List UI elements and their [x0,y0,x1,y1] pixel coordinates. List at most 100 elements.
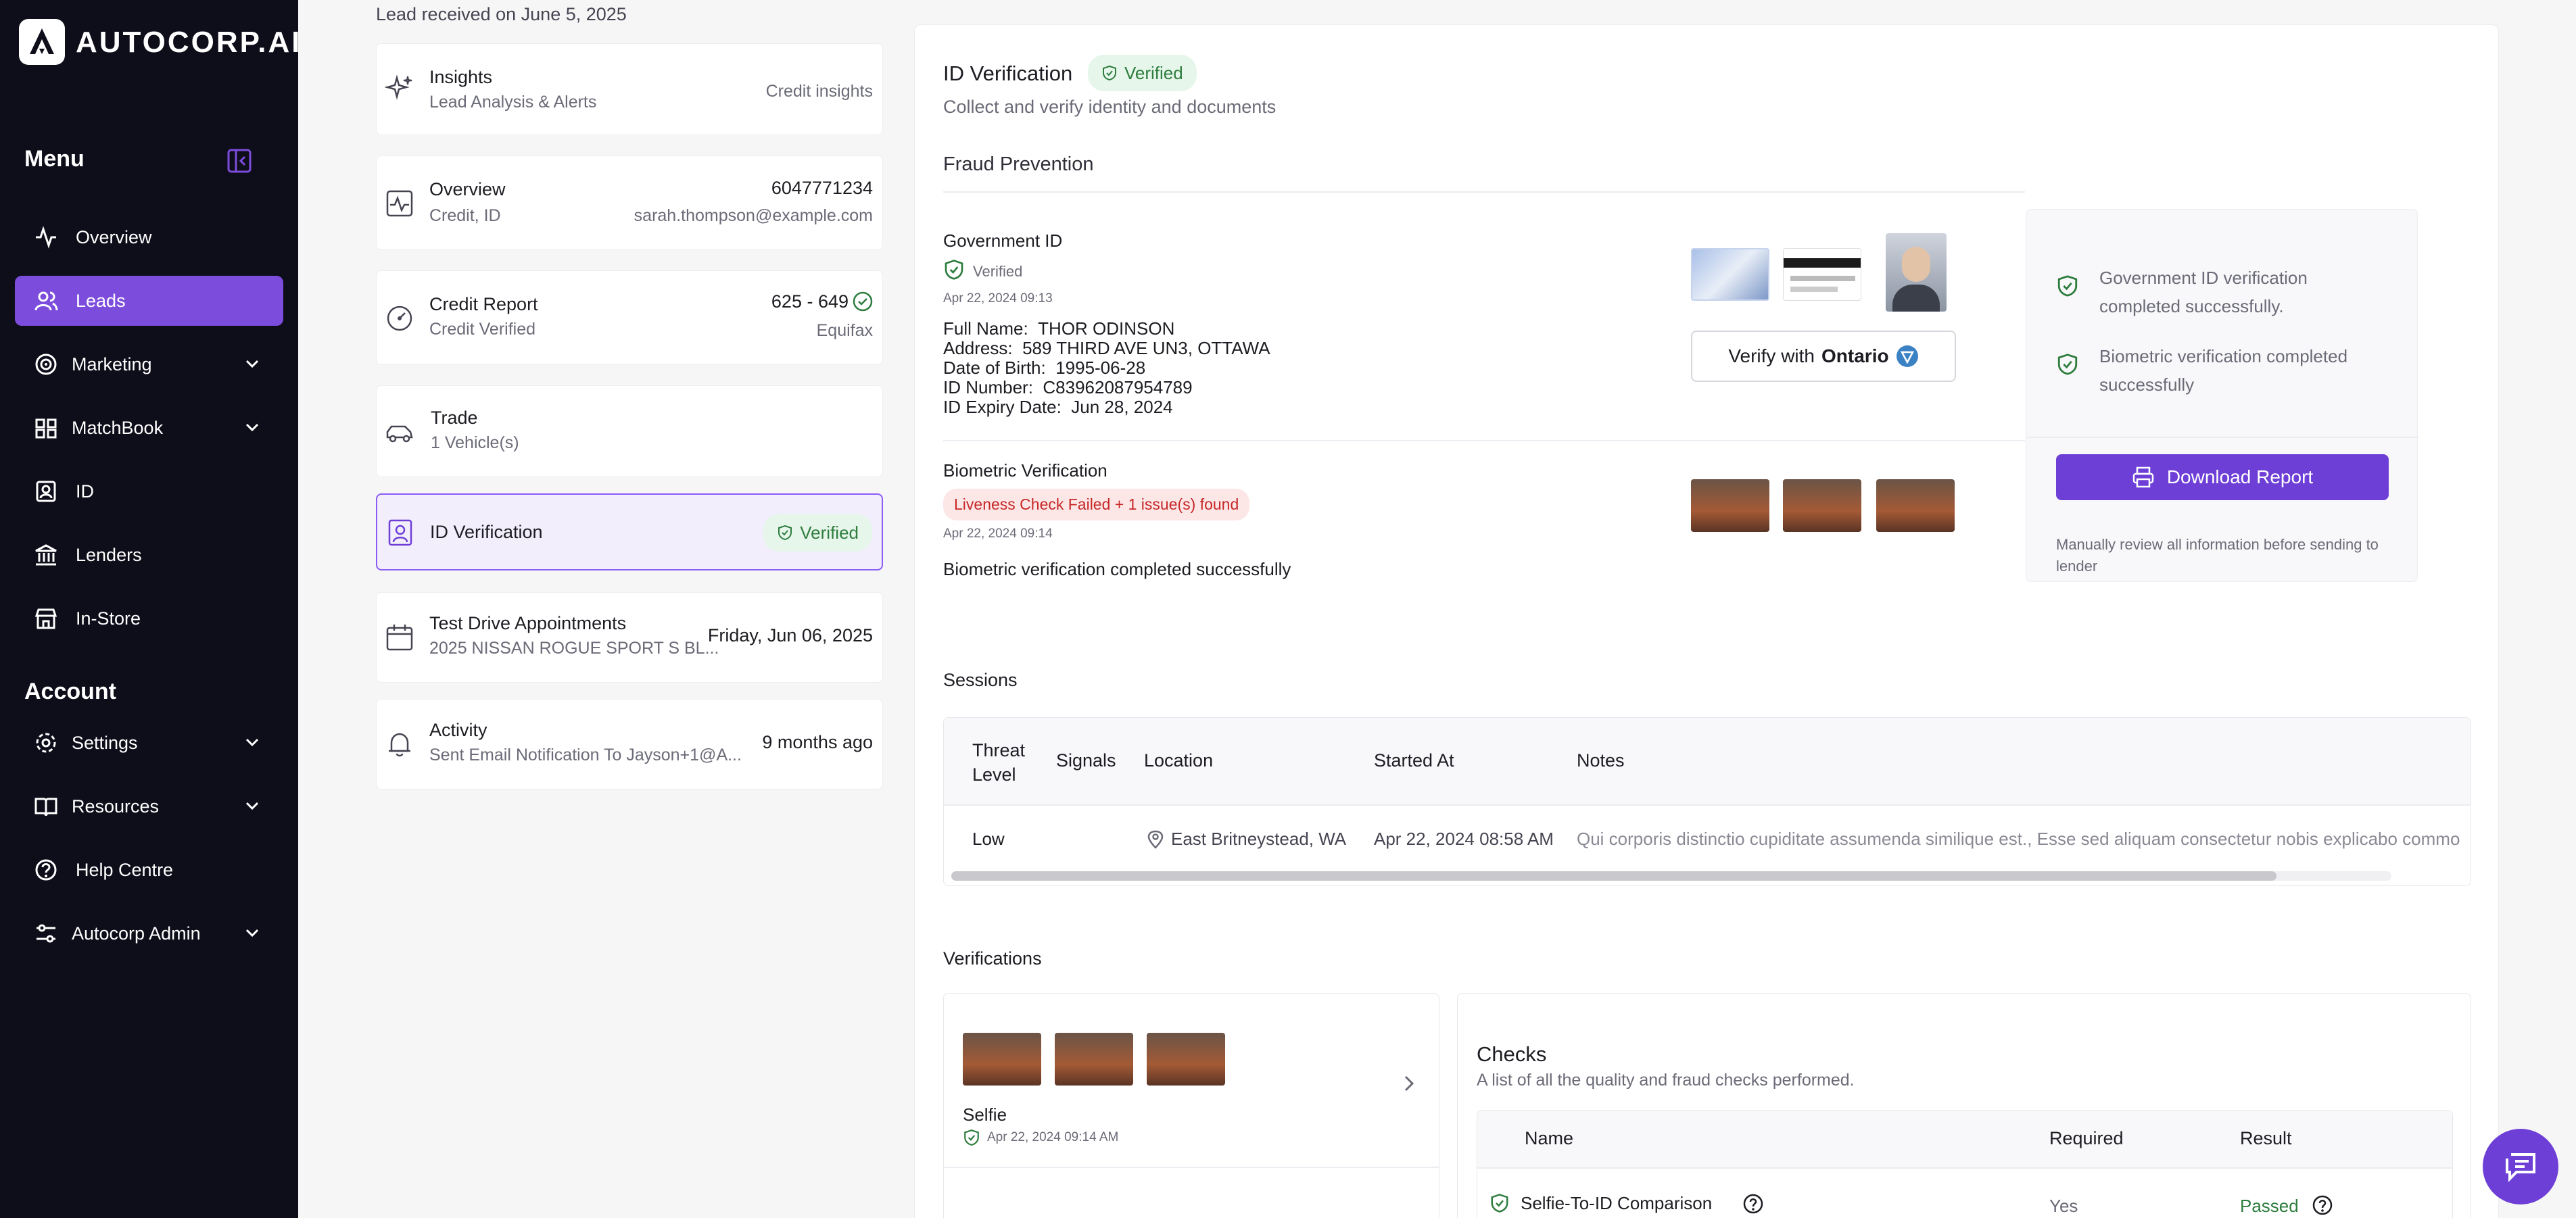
id-back-thumbnail[interactable] [1783,248,1861,301]
card-subtitle: Sent Email Notification To Jayson+1@A... [429,746,742,764]
help-icon [35,859,57,881]
store-icon [34,608,57,629]
selfie-thumbnail[interactable] [1876,479,1955,532]
credit-bureau: Equifax [816,321,873,340]
book-icon [35,418,57,439]
field-full-name: Full Name: THOR ODINSON [943,318,1175,339]
card-id-verification[interactable]: ID Verification Verified [376,493,883,570]
notes: Qui corporis distinctio cupiditate assum… [1577,829,2460,849]
users-icon [34,291,58,311]
id-card-icon [36,481,56,502]
divider [943,440,2025,441]
sidebar-item-resources[interactable]: Resources [15,781,283,831]
sidebar-item-in-store[interactable]: In-Store [15,593,283,643]
list-item[interactable]: Selfie Apr 22, 2024 09:14 AM [944,994,1439,1167]
sidebar-item-marketing[interactable]: Marketing [15,339,283,389]
help-icon[interactable] [1742,1193,1764,1215]
sidebar-item-lenders[interactable]: Lenders [15,530,283,580]
scrollbar-thumb[interactable] [951,871,2276,881]
field-id-number: ID Number: C83962087954789 [943,377,1193,397]
biometric-timestamp: Apr 22, 2024 09:14 [943,527,1053,541]
lead-email: sarah.thompson@example.com [634,206,873,225]
table-row[interactable]: Low East Britneystead, WA Apr 22, 2024 0… [944,806,2471,871]
card-subtitle: 1 Vehicle(s) [431,433,519,452]
bell-icon [389,733,410,757]
chevron-right-icon [1404,1075,1414,1092]
collapse-sidebar-icon[interactable] [227,149,252,173]
id-front-thumbnail[interactable] [1691,248,1769,301]
government-id-fields: Full Name: THOR ODINSON Address: 589 THI… [943,318,1270,417]
column-header: Required [2049,1128,2124,1148]
sessions-table: Threat Level Signals Location Started At… [943,717,2471,886]
activity-icon [36,226,56,249]
threat-level: Low [972,829,1005,849]
card-subtitle: Lead Analysis & Alerts [429,93,597,112]
verification-type: Selfie [963,1104,1007,1125]
sidebar-item-id[interactable]: ID [15,466,283,516]
card-test-drive[interactable]: Test Drive Appointments 2025 NISSAN ROGU… [376,592,883,683]
admin-icon [37,924,55,943]
sidebar-item-overview[interactable]: Overview [15,212,283,262]
sidebar-item-settings[interactable]: Settings [15,718,283,768]
card-insights[interactable]: Insights Lead Analysis & Alerts Credit i… [376,43,883,135]
column-header: Signals [1056,750,1116,771]
lead-phone: 6047771234 [771,178,873,198]
sidebar-item-matchbook[interactable]: MatchBook [15,403,283,453]
credit-insights-link[interactable]: Credit insights [766,82,873,101]
map-pin-icon [1147,830,1164,849]
check-name: Selfie-To-ID Comparison [1521,1193,1713,1213]
page-subtitle: Collect and verify identity and document… [943,97,1277,117]
card-title: Insights [429,67,493,87]
summary-item-government-id: Government ID verification completed suc… [2099,268,2308,316]
sidebar-item-label: Lenders [76,545,142,565]
pulse-square-icon [386,190,413,217]
column-header: Notes [1577,750,1625,771]
sidebar-item-label: Overview [76,227,152,247]
card-overview[interactable]: Overview Credit, ID 6047771234 sarah.tho… [376,155,883,250]
checks-subtitle: A list of all the quality and fraud chec… [1477,1071,1855,1090]
checks-title: Checks [1477,1042,1547,1066]
table-row[interactable]: Selfie-To-ID Comparison Yes Passed [1477,1169,2452,1218]
chat-button[interactable] [2483,1129,2558,1204]
ontario-trillium-icon [1896,345,1918,367]
download-report-button[interactable]: Download Report [2056,454,2389,500]
lead-received-date: Lead received on June 5, 2025 [376,4,627,24]
card-trade[interactable]: Trade 1 Vehicle(s) [376,385,883,477]
sessions-scrollbar[interactable] [951,871,2391,881]
selfie-thumbnail [1055,1033,1133,1086]
check-circle-icon [853,291,873,312]
chat-icon [2506,1153,2535,1182]
column-header: Result [2240,1128,2292,1148]
selfie-thumbnail[interactable] [1783,479,1861,532]
sidebar-item-leads[interactable]: Leads [15,276,283,326]
id-verification-panel: ID Verification Verified Collect and ver… [914,24,2499,1218]
chevron-down-icon [245,360,259,368]
appointment-date: Friday, Jun 06, 2025 [707,625,873,645]
card-activity[interactable]: Activity Sent Email Notification To Jays… [376,699,883,789]
sidebar-item-label: MatchBook [72,418,164,438]
table-header [1477,1111,2452,1167]
fraud-prevention-title: Fraud Prevention [943,153,1094,175]
sidebar-item-label: Marketing [72,354,152,374]
sidebar-item-help-centre[interactable]: Help Centre [15,845,283,895]
verify-with-ontario-button[interactable]: Verify with Ontario [1691,331,1956,382]
card-credit-report[interactable]: Credit Report Credit Verified 625 - 649 … [376,270,883,365]
column-header: Threat Level [972,740,1026,785]
liveness-alert-badge: Liveness Check Failed + 1 issue(s) found [943,489,1250,520]
status-badge: Verified [763,514,872,552]
download-note: Manually review all information before s… [2056,536,2379,575]
verification-time: Apr 22, 2024 09:14 AM [987,1130,1119,1144]
sidebar-item-label: ID [76,481,94,502]
gauge-icon [387,306,412,331]
card-title: Trade [431,408,478,428]
government-id-title: Government ID [943,230,1063,251]
help-icon[interactable] [2312,1194,2333,1216]
chevron-down-icon [245,423,259,432]
id-portrait-thumbnail[interactable] [1886,233,1947,312]
sidebar-item-label: Settings [72,733,138,753]
sparkles-icon [385,74,412,100]
column-header: Name [1525,1128,1574,1148]
column-header: Started At [1374,750,1454,771]
sidebar-item-autocorp-admin[interactable]: Autocorp Admin [15,908,283,958]
selfie-thumbnail[interactable] [1691,479,1769,532]
